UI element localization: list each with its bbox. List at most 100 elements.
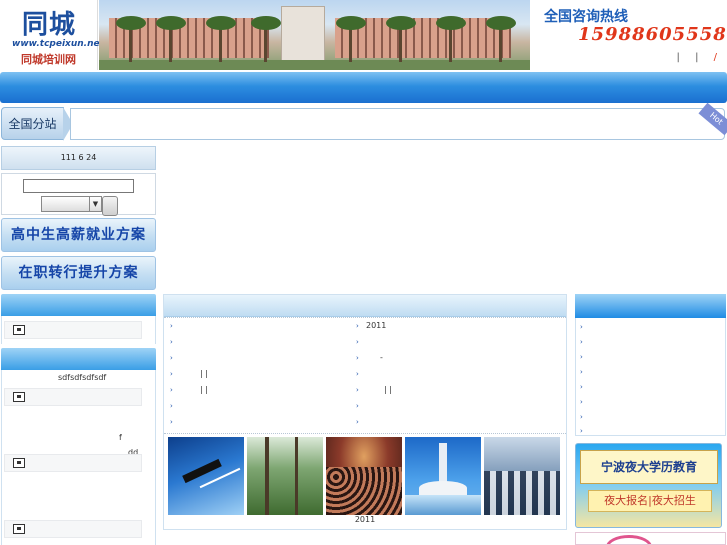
palm-tree [251, 16, 281, 62]
students [484, 471, 560, 515]
ad-title: 宁波夜大学历教育 [580, 450, 718, 484]
left-panel-2-header [1, 348, 156, 370]
news-item[interactable]: › [170, 321, 180, 335]
stations-bar: 全国分站 Hot [0, 102, 727, 142]
tree-trunk [295, 437, 298, 515]
water-shape [405, 495, 481, 515]
bullet-icon: › [356, 354, 359, 362]
photo-fountain[interactable] [405, 437, 481, 515]
news-item[interactable]: › [170, 417, 180, 431]
logo-subtitle: 同城培训网 [21, 53, 76, 66]
top-link-separator[interactable]: | [695, 52, 704, 63]
tree-trunk [265, 437, 269, 515]
bullet-icon: › [170, 354, 173, 362]
bullet-icon: › [580, 413, 583, 421]
right-list-item[interactable]: › [580, 352, 590, 366]
right-list-item[interactable]: › [580, 337, 590, 351]
news-item[interactable]: › [356, 401, 366, 415]
right-panel: › › › › › › › › [575, 318, 726, 436]
page: 同城 www.tcpeixun.net 同城培训网 全国咨询热线 1598860… [0, 0, 727, 545]
bullet-icon: › [580, 368, 583, 376]
night-university-ad[interactable]: 宁波夜大学历教育 夜大报名|夜大招生 [575, 443, 722, 528]
bullet-icon: › [580, 398, 583, 406]
right-list-item[interactable]: › [580, 412, 590, 426]
site-logo[interactable]: 同城 www.tcpeixun.net 同城培训网 [0, 0, 104, 70]
top-link-separator[interactable]: / [714, 52, 723, 63]
chevron-down-icon[interactable]: ▼ [89, 197, 101, 211]
bullet-icon: › [580, 353, 583, 361]
news-item[interactable]: › [170, 337, 180, 351]
palm-tree [386, 16, 416, 62]
bullet-icon: › [356, 322, 359, 330]
left-panel-1 [1, 316, 156, 344]
top-link-separator[interactable]: | [677, 52, 686, 63]
list-item[interactable] [4, 388, 142, 406]
news-item[interactable]: › | | [170, 369, 208, 383]
right-list-item[interactable]: › [580, 367, 590, 381]
left-panel-1-header [1, 294, 156, 316]
tower-shape [439, 443, 447, 483]
right-list-item[interactable]: › [580, 382, 590, 396]
news-item[interactable]: › [170, 353, 180, 367]
search-box: ▼ [1, 173, 156, 216]
list-item[interactable] [4, 321, 142, 339]
news-item[interactable]: › [356, 369, 366, 383]
palm-tree [486, 16, 516, 62]
news-item[interactable]: › [356, 417, 366, 431]
palm-tree [116, 16, 146, 62]
hotline-box: 全国咨询热线 15988605558 [536, 0, 727, 48]
news-item[interactable]: › | | [170, 385, 208, 399]
main-nav-bar[interactable] [0, 72, 727, 103]
ad-links[interactable]: 夜大报名|夜大招生 [588, 490, 712, 512]
bullet-icon: › [170, 322, 173, 330]
photo-audience[interactable] [326, 437, 402, 515]
bullet-icon: › [580, 323, 583, 331]
right-list-item[interactable]: › [580, 426, 590, 440]
bullet-icon: › [356, 386, 359, 394]
list-item[interactable] [4, 454, 142, 472]
bullet-icon: › [356, 418, 359, 426]
search-input[interactable] [23, 179, 134, 193]
bottom-ad-banner[interactable] [575, 532, 726, 545]
bullet-icon: › [356, 370, 359, 378]
news-item[interactable]: › | | [356, 385, 392, 399]
news-item[interactable]: › [170, 401, 180, 415]
building-tower [281, 6, 325, 62]
computer-icon [13, 392, 25, 402]
bullet-icon: › [580, 427, 583, 435]
list-item[interactable] [4, 520, 142, 538]
right-list-item[interactable]: › [580, 397, 590, 411]
crowd [326, 467, 402, 515]
computer-icon [13, 325, 25, 335]
bullet-icon: › [356, 338, 359, 346]
news-panel: › › › › | | › | | › › › 2011 › › - › › | | › … [163, 294, 567, 530]
news-item[interactable]: › [356, 337, 366, 351]
bullet-icon: › [170, 370, 173, 378]
stations-list[interactable] [70, 108, 725, 140]
computer-icon [13, 524, 25, 534]
logo-url: www.tcpeixun.net [12, 39, 104, 49]
news-item[interactable]: › 2011 [356, 321, 386, 335]
photo-forest[interactable] [247, 437, 323, 515]
promo-career-button[interactable]: 在职转行提升方案 [1, 256, 156, 290]
photo-classroom[interactable] [484, 437, 560, 515]
news-item[interactable]: › - [356, 353, 383, 367]
photo-jet[interactable] [168, 437, 244, 515]
search-category-select[interactable]: ▼ [41, 196, 102, 212]
promo-highschool-button[interactable]: 高中生高薪就业方案 [1, 218, 156, 252]
news-panel-header [164, 295, 566, 317]
palm-tree [436, 16, 466, 62]
stations-tab[interactable]: 全国分站 [1, 107, 64, 140]
divider [164, 433, 566, 434]
search-button[interactable] [102, 196, 118, 216]
hotline-phone[interactable]: 15988605558 [578, 24, 727, 45]
bullet-icon: › [170, 386, 173, 394]
right-list-item[interactable]: › [580, 322, 590, 336]
divider [164, 317, 566, 318]
panel-text: sdfsdfsdfsdf [58, 373, 107, 382]
palm-tree [156, 16, 186, 62]
palm-tree [206, 16, 236, 62]
bullet-icon: › [170, 418, 173, 426]
photo-caption: 2011 [354, 515, 376, 524]
date-display: 111 6 24 [1, 146, 156, 170]
